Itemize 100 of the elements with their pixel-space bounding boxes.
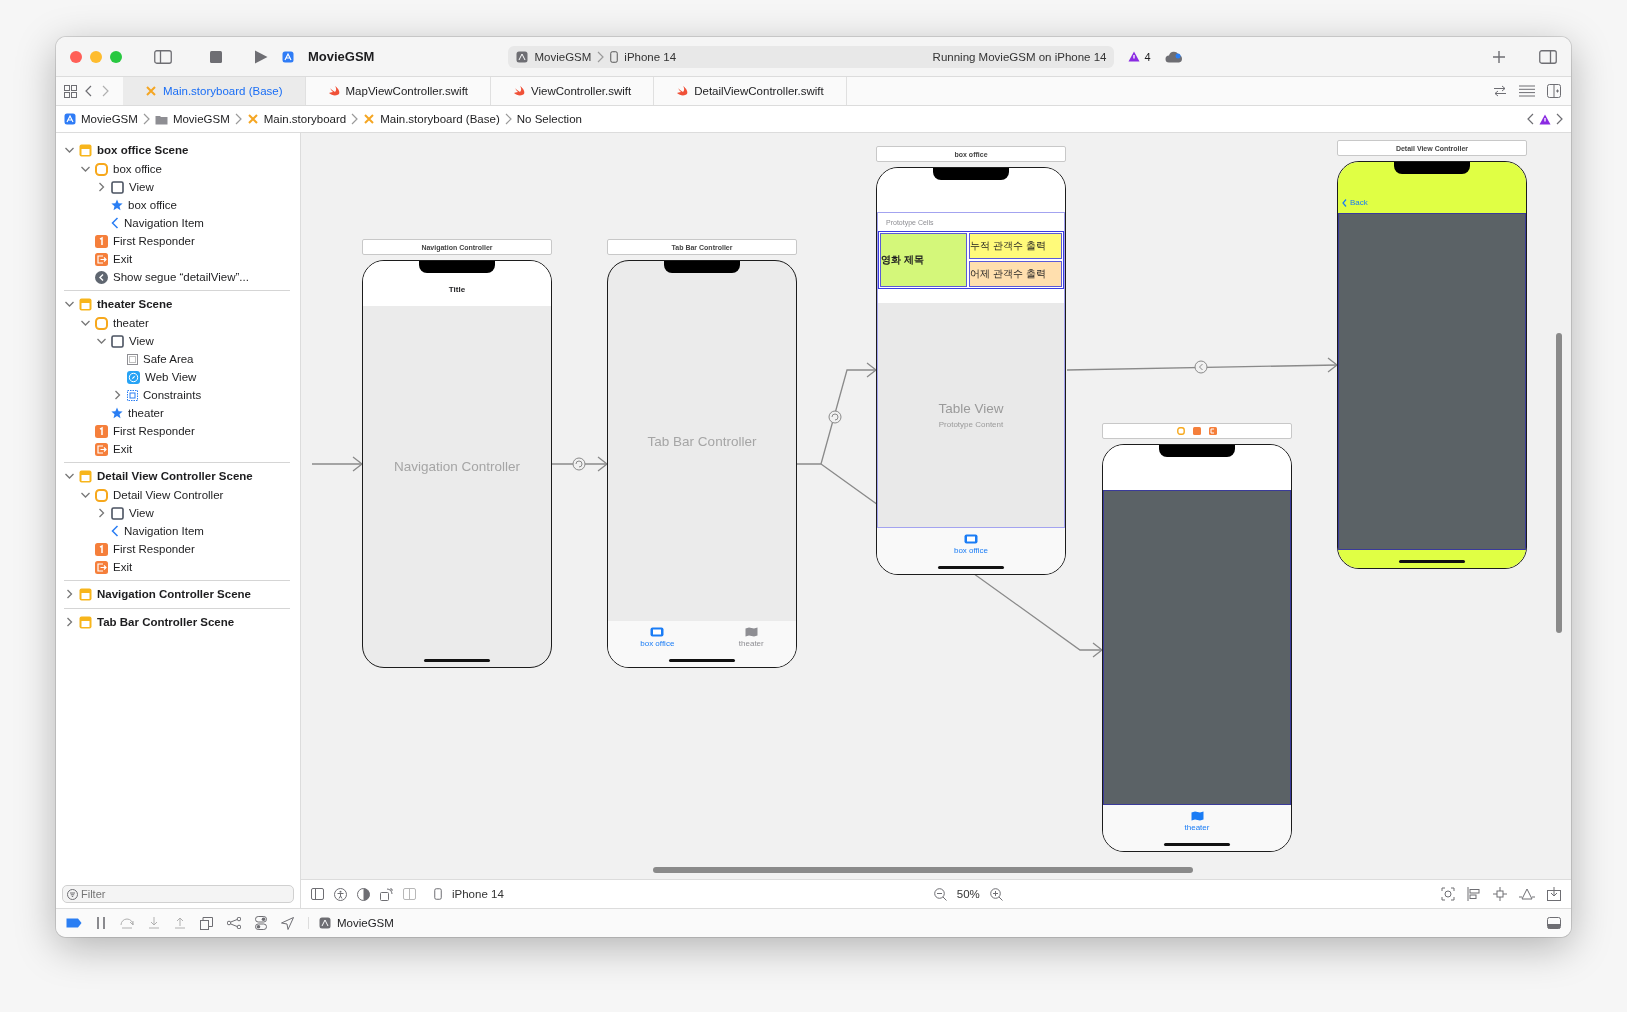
device-selector[interactable]: iPhone 14 [452,888,504,900]
add-constraints-icon[interactable] [1493,887,1507,901]
outline-item[interactable]: Navigation Item [124,525,204,537]
inspector-toggle-icon[interactable] [1539,49,1557,64]
breadcrumb-item[interactable]: Main.storyboard (Base) [380,113,500,125]
tab-bar-item[interactable]: box office [953,534,989,555]
outline-item[interactable]: Detail View Controller [113,489,224,501]
tab-bar-item[interactable]: theater [1184,811,1210,832]
step-out-icon[interactable] [174,917,186,929]
editor-tab[interactable]: Main.storyboard (Base) [123,77,306,105]
outline-toggle-icon[interactable] [311,888,324,900]
outline-item[interactable]: Web View [145,371,197,383]
disclosure-chevron-icon[interactable] [80,319,90,327]
outline-item[interactable]: First Responder [113,543,195,555]
close-button[interactable] [70,50,82,63]
accessibility-icon[interactable] [334,887,347,901]
step-over-icon[interactable] [120,917,134,929]
warning-count[interactable]: 4 [1144,50,1151,63]
outline-item[interactable]: theater [128,407,164,419]
zoom-level[interactable]: 50% [956,888,980,900]
play-icon[interactable] [254,49,268,64]
disclosure-chevron-icon[interactable] [97,508,105,518]
next-issue-icon[interactable] [1556,113,1563,125]
align-icon[interactable] [1467,887,1481,901]
outline-item[interactable]: Safe Area [143,353,194,365]
back-icon[interactable] [85,85,92,97]
scene-label[interactable]: theater Scene [97,298,173,310]
related-items-icon[interactable] [64,84,77,98]
update-frames-icon[interactable] [1441,887,1455,901]
tab-bar-item[interactable]: box office [640,627,675,648]
sidebar-toggle-icon[interactable] [154,49,172,64]
resolve-issues-icon[interactable] [1519,887,1535,901]
forward-icon[interactable] [102,85,109,97]
disclosure-chevron-icon[interactable] [113,390,121,400]
previous-issue-icon[interactable] [1527,113,1534,125]
scheme-name[interactable]: MovieGSM [534,50,592,63]
view-hierarchy-icon[interactable] [200,916,213,930]
disclosure-chevron-icon[interactable] [65,617,73,627]
horizontal-scrollbar[interactable] [653,867,1193,873]
cloud-icon[interactable] [1164,50,1183,63]
activity-view[interactable]: MovieGSM iPhone 14 Running MovieGSM on iPhone 14 [508,45,1115,68]
swap-arrows-icon[interactable] [1493,85,1507,97]
outline-item[interactable]: First Responder [113,235,195,247]
zoom-out-icon[interactable] [933,887,947,901]
zoom-button[interactable] [110,50,122,63]
disclosure-chevron-icon[interactable] [65,589,73,599]
pause-icon[interactable] [96,917,106,929]
disclosure-chevron-icon[interactable] [96,337,106,345]
scene-label[interactable]: box office Scene [97,144,189,156]
segue-icon[interactable] [1194,360,1208,374]
outline-item[interactable]: Exit [113,561,133,573]
memory-graph-icon[interactable] [227,917,241,929]
orientation-icon[interactable] [380,887,393,901]
breadcrumb-item[interactable]: Main.storyboard [263,113,347,125]
breakpoints-icon[interactable] [66,918,82,928]
device-name[interactable]: iPhone 14 [624,50,677,63]
relationship-icon[interactable] [572,457,586,471]
split-editor-icon[interactable] [1547,84,1561,98]
stop-icon[interactable] [210,50,222,63]
disclosure-chevron-icon[interactable] [80,491,90,499]
outline-item[interactable]: Constraints [143,389,202,401]
breadcrumb-item[interactable]: MovieGSM [172,113,230,125]
outline-item[interactable]: Exit [113,443,133,455]
debug-target[interactable]: MovieGSM [337,917,394,929]
outline-item[interactable]: View [129,335,154,347]
breadcrumb-item[interactable]: No Selection [516,113,582,125]
editor-tab[interactable]: DetailViewController.swift [654,77,847,105]
appearance-icon[interactable] [357,887,370,901]
embed-icon[interactable] [1547,887,1561,901]
relationship-icon[interactable] [828,410,842,424]
filter-field[interactable]: Filter [62,885,294,903]
disclosure-chevron-icon[interactable] [64,472,74,480]
editor-tab[interactable]: MapViewController.swift [305,77,492,105]
location-arrow-icon[interactable] [281,916,294,930]
disclosure-chevron-icon[interactable] [80,165,90,173]
zoom-in-icon[interactable] [989,887,1003,901]
environment-overrides-icon[interactable] [255,916,267,930]
scene-label[interactable]: Tab Bar Controller Scene [97,616,235,628]
disclosure-chevron-icon[interactable] [97,182,105,192]
scene-label[interactable]: Navigation Controller Scene [97,588,251,600]
step-into-icon[interactable] [148,917,160,929]
disclosure-chevron-icon[interactable] [64,300,74,308]
vertical-scrollbar[interactable] [1556,333,1562,633]
add-icon[interactable] [1493,50,1505,63]
debug-area-toggle-icon[interactable] [1547,917,1561,929]
breadcrumb-item[interactable]: MovieGSM [81,113,138,125]
outline-item[interactable]: First Responder [113,425,195,437]
outline-item[interactable]: Show segue “detailView”... [113,271,249,283]
back-button[interactable]: Back [1342,198,1368,207]
editor-tab[interactable]: ViewController.swift [491,77,655,105]
outline-item[interactable]: View [129,181,154,193]
scene-label[interactable]: Detail View Controller Scene [97,470,253,482]
outline-item[interactable]: box office [128,199,177,211]
scene-dock[interactable] [1102,423,1292,439]
outline-item[interactable]: theater [113,317,149,329]
outline-item[interactable]: box office [113,163,162,175]
outline-item[interactable]: Exit [113,253,133,265]
disclosure-chevron-icon[interactable] [64,146,74,154]
editor-options-icon[interactable] [1519,85,1535,97]
iphone-icon[interactable] [434,888,442,900]
